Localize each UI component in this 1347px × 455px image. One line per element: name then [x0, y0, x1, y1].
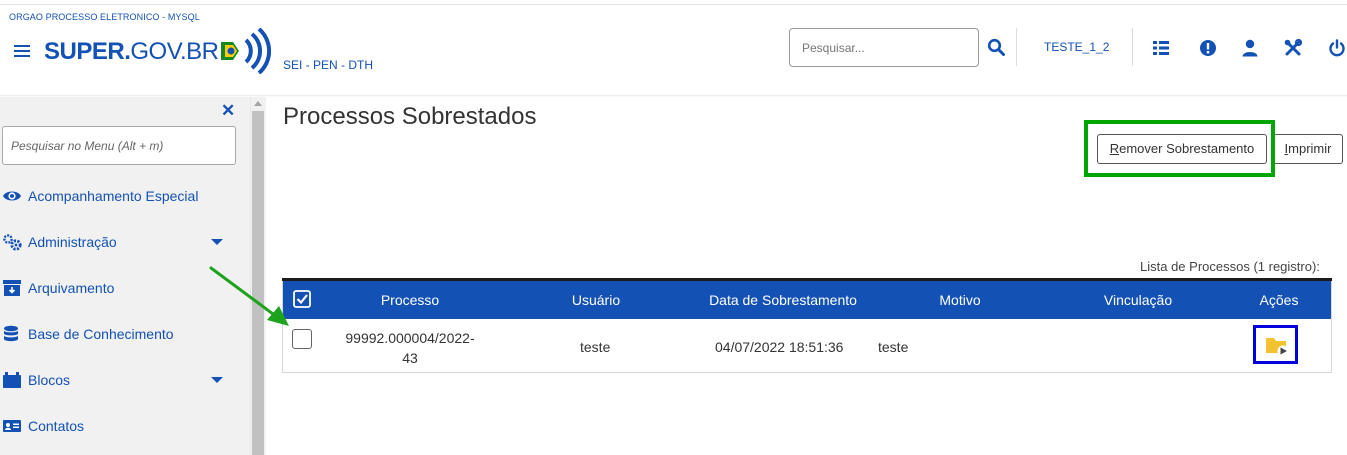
sidebar-item-label: Blocos	[28, 372, 71, 388]
close-icon[interactable]: ✕	[221, 102, 235, 119]
column-header-motivo[interactable]: Motivo	[939, 292, 980, 308]
grid-list-icon[interactable]	[1152, 39, 1170, 57]
top-divider	[0, 4, 1347, 5]
chevron-down-icon[interactable]	[211, 377, 223, 383]
cell-motivo: teste	[878, 339, 909, 355]
exclamation-alert-icon[interactable]	[1199, 39, 1217, 57]
sidebar-item-acompanhamento-especial[interactable]: Acompanhamento Especial	[0, 184, 240, 208]
print-button[interactable]: Imprimir	[1273, 134, 1343, 164]
sidebar-item-label: Arquivamento	[28, 280, 115, 296]
chevron-down-icon[interactable]	[211, 239, 223, 245]
cell-data-sobrestamento: 04/07/2022 18:51:36	[715, 339, 844, 355]
header-separator	[1016, 28, 1017, 66]
row-checkbox[interactable]	[292, 329, 312, 349]
sidebar-item-base-de-conhecimento[interactable]: Base de Conhecimento	[0, 322, 240, 346]
page-title: Processos Sobrestados	[283, 103, 537, 130]
search-input[interactable]	[789, 28, 979, 67]
highlight-box-blue	[1253, 325, 1298, 364]
header-separator	[1132, 28, 1133, 66]
blocks-icon	[3, 372, 21, 388]
environment-label: SEI - PEN - DTH	[283, 58, 374, 72]
sidebar-item-administracao[interactable]: Administração	[0, 230, 240, 254]
cell-usuario: teste	[580, 339, 611, 355]
menu-search-input[interactable]	[2, 126, 236, 165]
sidebar-item-blocos[interactable]: Blocos	[0, 368, 240, 392]
table-header-row: Processo Usuário Data de Sobrestamento M…	[283, 281, 1331, 319]
app-root: ORGAO PROCESSO ELETRONICO - MYSQL SUPER.…	[0, 0, 1347, 455]
list-caption: Lista de Processos (1 registro):	[1140, 259, 1320, 274]
column-header-vinculacao[interactable]: Vinculação	[1104, 292, 1172, 308]
scroll-up-arrow-icon[interactable]	[254, 101, 262, 106]
column-header-processo[interactable]: Processo	[381, 292, 439, 308]
sidebar-item-contatos[interactable]: Contatos	[0, 414, 240, 438]
process-number-link[interactable]: 99992.000004/2022- 43	[320, 328, 500, 368]
power-icon[interactable]	[1328, 39, 1346, 57]
highlight-box-green	[1084, 120, 1275, 177]
logo-mark-icon	[221, 28, 271, 74]
tools-icon[interactable]	[1284, 39, 1302, 57]
select-all-checkbox-icon[interactable]	[293, 290, 311, 308]
logo-text: SUPER.GOV.BR	[44, 38, 219, 65]
user-icon[interactable]	[1241, 39, 1259, 57]
contact-card-icon	[3, 420, 21, 432]
unit-selector[interactable]: TESTE_1_2	[1044, 40, 1109, 54]
sidebar-item-label: Contatos	[28, 418, 85, 434]
column-header-acoes: Ações	[1259, 292, 1299, 308]
search-icon[interactable]	[987, 38, 1005, 56]
hamburger-menu-icon[interactable]	[14, 45, 30, 58]
org-name: ORGAO PROCESSO ELETRONICO - MYSQL	[9, 12, 200, 22]
eye-icon	[3, 191, 21, 201]
green-arrow-icon	[209, 266, 289, 326]
sidebar-item-arquivamento[interactable]: Arquivamento	[0, 276, 240, 300]
column-header-data[interactable]: Data de Sobrestamento	[709, 292, 857, 308]
database-icon	[4, 325, 18, 342]
archive-box-icon	[3, 280, 21, 296]
column-header-usuario[interactable]: Usuário	[572, 292, 620, 308]
sidebar-item-label: Base de Conhecimento	[28, 326, 174, 342]
sidebar-item-label: Acompanhamento Especial	[28, 188, 199, 204]
gears-icon	[3, 234, 22, 251]
sidebar-item-label: Administração	[28, 234, 117, 250]
